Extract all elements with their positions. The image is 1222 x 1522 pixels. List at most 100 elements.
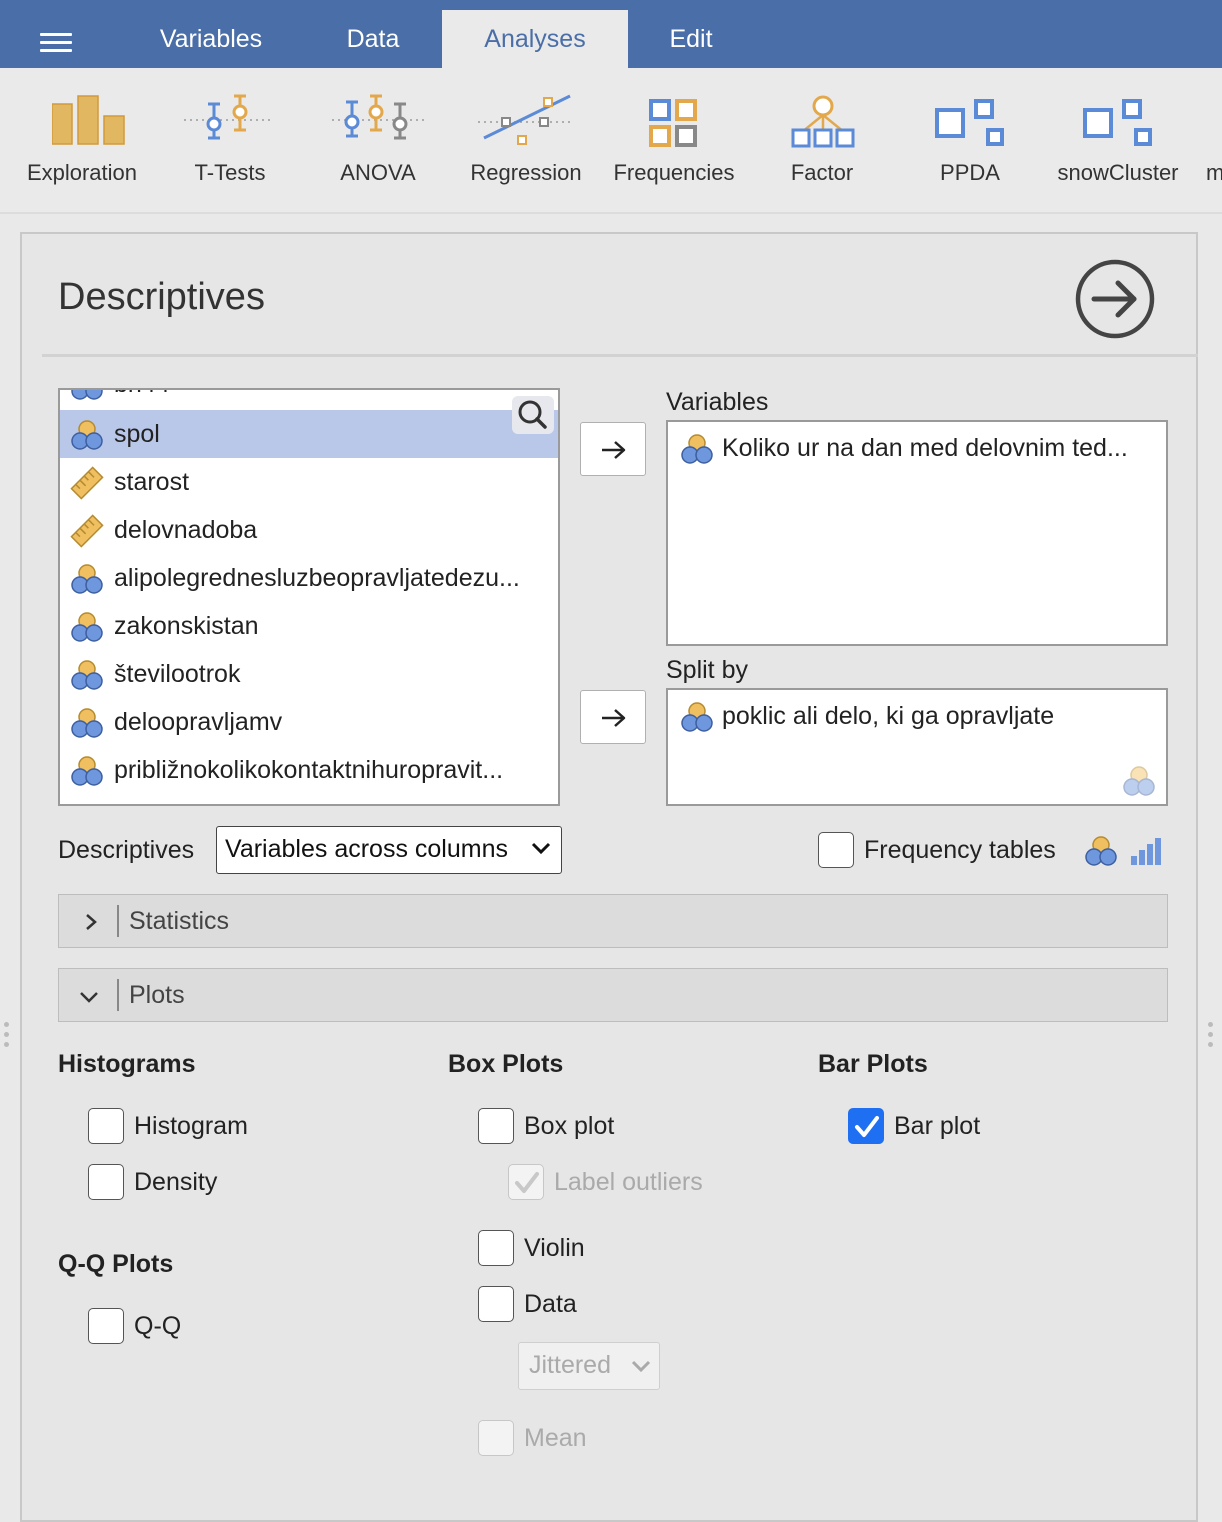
list-item-label: spol bbox=[114, 420, 160, 448]
nominal-variable-icon bbox=[71, 390, 103, 400]
checkmark-icon bbox=[515, 1172, 539, 1193]
search-icon[interactable] bbox=[512, 396, 554, 434]
split-by-dropbox[interactable]: poklic ali delo, ki ga opravljate bbox=[666, 688, 1168, 806]
tab-analyses[interactable]: Analyses bbox=[442, 10, 628, 68]
statistics-section-title: Statistics bbox=[129, 907, 230, 935]
variables-label: Variables bbox=[666, 388, 769, 416]
anova-icon bbox=[332, 94, 424, 140]
data-type-select[interactable]: Jittered bbox=[518, 1342, 660, 1390]
box-plot-checkbox[interactable] bbox=[478, 1108, 514, 1144]
mean-checkbox[interactable] bbox=[478, 1420, 514, 1456]
nominal-variable-icon bbox=[71, 612, 103, 642]
list-item[interactable]: starost bbox=[60, 458, 558, 506]
histogram-label: Histogram bbox=[134, 1112, 248, 1140]
density-label: Density bbox=[134, 1168, 218, 1196]
chevron-down-icon bbox=[531, 842, 551, 855]
histogram-checkbox[interactable] bbox=[88, 1108, 124, 1144]
violin-label: Violin bbox=[524, 1234, 585, 1262]
anova-button[interactable]: ANOVA bbox=[304, 68, 452, 212]
menu-bar: Variables Data Analyses Edit bbox=[0, 0, 1222, 68]
list-item[interactable]: delovnadoba bbox=[60, 506, 558, 554]
list-item[interactable]: številootrok bbox=[60, 650, 558, 698]
nominal-variable-icon bbox=[70, 802, 104, 806]
continuous-variable-ruler-icon bbox=[70, 466, 104, 500]
ppda-button[interactable]: PPDA bbox=[896, 68, 1044, 212]
mean-label: Mean bbox=[524, 1424, 587, 1452]
frequency-tables-label: Frequency tables bbox=[864, 836, 1056, 864]
list-item[interactable] bbox=[60, 794, 558, 806]
nominal-variable-icon bbox=[1085, 836, 1117, 866]
list-item[interactable]: bn44 bbox=[60, 390, 558, 408]
list-item-label: bn44 bbox=[114, 390, 554, 399]
list-item-selected[interactable]: spol bbox=[60, 410, 558, 458]
nominal-variable-icon bbox=[681, 434, 713, 464]
t-tests-icon bbox=[184, 94, 274, 140]
data-label: Data bbox=[524, 1290, 577, 1318]
qq-checkbox[interactable] bbox=[88, 1308, 124, 1344]
frequencies-icon bbox=[649, 99, 697, 147]
plots-section-header[interactable]: Plots bbox=[58, 968, 1168, 1022]
ppda-module-icon bbox=[935, 99, 1004, 146]
list-item[interactable]: alipolegrednesluzbeopravljatedezu... bbox=[60, 554, 558, 602]
variables-dropbox[interactable]: Koliko ur na dan med delovnim ted... bbox=[666, 420, 1168, 646]
exploration-label: Exploration bbox=[26, 160, 138, 185]
move-to-split-by-button[interactable] bbox=[580, 690, 646, 744]
snowcluster-button[interactable]: snowCluster bbox=[1044, 68, 1192, 212]
regression-button[interactable]: Regression bbox=[452, 68, 600, 212]
descriptives-panel: Descriptives bn44 spol bbox=[20, 232, 1198, 1522]
qq-plots-heading: Q-Q Plots bbox=[58, 1250, 174, 1278]
tab-variables[interactable]: Variables bbox=[126, 10, 296, 68]
nominal-variable-icon bbox=[681, 702, 713, 732]
list-item-label: deloopravljamv bbox=[114, 708, 283, 736]
tab-edit[interactable]: Edit bbox=[636, 10, 746, 68]
chevron-right-icon bbox=[86, 914, 97, 930]
arrow-right-icon bbox=[602, 709, 626, 727]
list-item[interactable]: deloopravljamv bbox=[60, 698, 558, 746]
more-modules-button[interactable]: m bbox=[1192, 68, 1222, 212]
nominal-type-hint-icon bbox=[1123, 766, 1155, 796]
label-outliers-checkbox[interactable] bbox=[508, 1164, 544, 1200]
bar-plots-heading: Bar Plots bbox=[818, 1050, 928, 1078]
density-checkbox[interactable] bbox=[88, 1164, 124, 1200]
more-modules-label: m bbox=[1206, 160, 1222, 186]
chevron-down-icon bbox=[80, 992, 98, 1003]
source-variable-list[interactable]: bn44 spol starost bbox=[58, 388, 560, 806]
frequency-tables-checkbox[interactable] bbox=[818, 832, 854, 868]
nominal-variable-icon bbox=[71, 564, 103, 594]
statistics-section-header[interactable]: Statistics bbox=[58, 894, 1168, 948]
qq-label: Q-Q bbox=[134, 1312, 182, 1340]
frequencies-button[interactable]: Frequencies bbox=[600, 68, 748, 212]
regression-label: Regression bbox=[470, 160, 582, 185]
tab-data[interactable]: Data bbox=[306, 10, 440, 68]
right-resize-handle[interactable] bbox=[1206, 1022, 1214, 1052]
exploration-button[interactable]: Exploration bbox=[8, 68, 156, 212]
checkmark-icon bbox=[855, 1116, 879, 1137]
list-item[interactable]: zakonskistan bbox=[60, 602, 558, 650]
nominal-variable-icon bbox=[71, 660, 103, 690]
violin-checkbox[interactable] bbox=[478, 1230, 514, 1266]
arrow-right-circle-icon[interactable] bbox=[1074, 258, 1156, 340]
list-item[interactable]: približnokolikokontaktnihuropravit... bbox=[60, 746, 558, 794]
select-value: Jittered bbox=[529, 1351, 611, 1379]
bar-chart-icon bbox=[1131, 838, 1161, 865]
move-to-variables-button[interactable] bbox=[580, 422, 646, 476]
snowcluster-label: snowCluster bbox=[1057, 160, 1179, 185]
bar-plot-checkbox[interactable] bbox=[848, 1108, 884, 1144]
nominal-variable-icon bbox=[71, 708, 103, 738]
select-value: Variables across columns bbox=[225, 835, 508, 863]
analyses-ribbon: Exploration T-Tests ANOVA Regression Fre… bbox=[0, 68, 1222, 214]
regression-icon bbox=[478, 94, 574, 145]
arrow-right-icon bbox=[602, 441, 626, 459]
factor-button[interactable]: Factor bbox=[748, 68, 896, 212]
left-resize-handle[interactable] bbox=[2, 1022, 10, 1052]
t-tests-label: T-Tests bbox=[194, 160, 266, 185]
exploration-icon bbox=[52, 95, 125, 145]
box-plots-heading: Box Plots bbox=[448, 1050, 564, 1078]
nominal-variable-icon bbox=[71, 420, 103, 450]
descriptives-layout-select[interactable]: Variables across columns bbox=[216, 826, 562, 874]
hamburger-menu-icon[interactable] bbox=[40, 33, 72, 53]
list-item-label: poklic ali delo, ki ga opravljate bbox=[722, 702, 1055, 730]
data-checkbox[interactable] bbox=[478, 1286, 514, 1322]
ppda-label: PPDA bbox=[940, 160, 1000, 185]
t-tests-button[interactable]: T-Tests bbox=[156, 68, 304, 212]
